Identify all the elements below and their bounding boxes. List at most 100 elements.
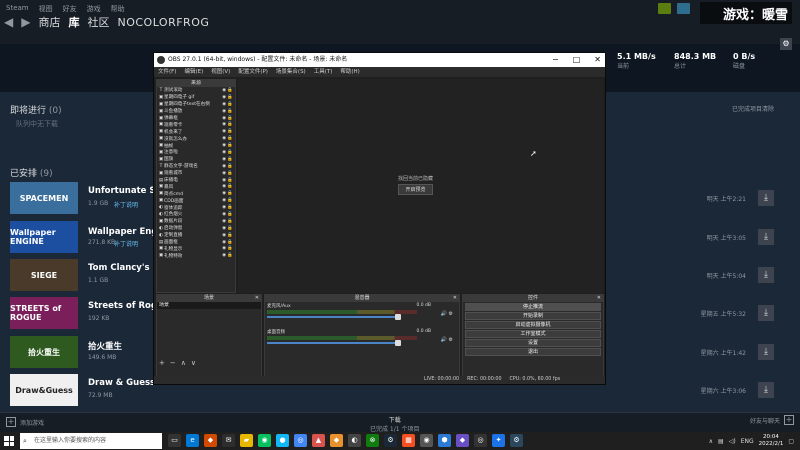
app-icon[interactable]: ▲ [312, 434, 325, 447]
steam-menu-item[interactable]: 帮助 [111, 4, 125, 14]
eye-icon[interactable]: ◉ [222, 95, 226, 100]
eye-icon[interactable]: ◉ [222, 143, 226, 148]
source-item[interactable]: ▣ 星期四电子 gif ◉ 🔒 [157, 94, 235, 101]
chrome-icon[interactable]: ◎ [294, 434, 307, 447]
xbox-icon[interactable]: ⊗ [366, 434, 379, 447]
stop-streaming-button[interactable]: 停止推流 [465, 303, 601, 311]
steam-menu-item[interactable]: Steam [6, 4, 29, 14]
minimize-icon[interactable]: − [552, 53, 559, 67]
steam-taskbar-icon[interactable]: ⚙ [384, 434, 397, 447]
notification-icon[interactable] [658, 3, 671, 14]
office-icon[interactable]: ◆ [204, 434, 217, 447]
lock-icon[interactable]: 🔒 [227, 95, 233, 100]
source-item[interactable]: ◐ 启动弹窗 ◉ 🔒 [157, 225, 235, 232]
maximize-icon[interactable]: □ [573, 53, 581, 67]
source-item[interactable]: T 静态文字-游戏名 ◉ 🔒 [157, 163, 235, 170]
download-status[interactable]: 下载 已完成 1/1 个项目 [370, 415, 419, 433]
download-icon[interactable]: ⤓ [758, 344, 774, 360]
obs-menu-view[interactable]: 视图(V) [211, 67, 230, 77]
lock-icon[interactable]: 🔒 [227, 116, 233, 121]
source-item[interactable]: ▣ 抽帧 ◉ 🔒 [157, 142, 235, 149]
remove-scene-icon[interactable]: − [170, 359, 176, 367]
source-item[interactable]: ▣ 简点cmd ◉ 🔒 [157, 190, 235, 197]
eye-icon[interactable]: ◉ [222, 122, 226, 127]
speaker-gear-icon[interactable]: 🔊 ⚙ [441, 337, 453, 343]
source-item[interactable]: ▣ 观看城市 ◉ 🔒 [157, 170, 235, 177]
download-icon[interactable]: ⤓ [758, 267, 774, 283]
obs-taskbar-icon[interactable]: ◐ [348, 434, 361, 447]
start-virtual-camera-button[interactable]: 启动虚拟摄像机 [465, 321, 601, 329]
eye-icon[interactable]: ◉ [222, 88, 226, 93]
download-icon[interactable]: ⤓ [758, 305, 774, 321]
steam-menu-item[interactable]: 好友 [63, 4, 77, 14]
eye-icon[interactable]: ◉ [222, 116, 226, 121]
lock-icon[interactable]: 🔒 [227, 246, 233, 251]
eye-icon[interactable]: ◉ [222, 226, 226, 231]
lock-icon[interactable]: 🔒 [227, 178, 233, 183]
source-item[interactable]: ▤ 画面框 ◉ 🔒 [157, 239, 235, 246]
source-item[interactable]: ▣ 注意啦 ◉ 🔒 [157, 149, 235, 156]
scene-up-icon[interactable]: ∧ [181, 359, 186, 367]
source-item[interactable]: ▣ CDD画面 ◉ 🔒 [157, 197, 235, 204]
scene-item[interactable]: 场景 [157, 302, 261, 309]
clear-completed-button[interactable]: 已完成项目清除 [732, 104, 774, 113]
eye-icon[interactable]: ◉ [222, 219, 226, 224]
app-icon[interactable]: ▦ [402, 434, 415, 447]
lock-icon[interactable]: 🔒 [227, 205, 233, 210]
download-icon[interactable]: ⤓ [758, 229, 774, 245]
obs-menu-help[interactable]: 帮助(H) [340, 67, 359, 77]
start-recording-button[interactable]: 开始录制 [465, 312, 601, 320]
lock-icon[interactable]: 🔒 [227, 171, 233, 176]
network-icon[interactable]: ▤ [718, 438, 724, 445]
source-item[interactable]: ▤ 床播电 ◉ 🔒 [157, 177, 235, 184]
add-game-button[interactable]: + 添加游戏 [6, 417, 44, 427]
source-item[interactable]: ▣ 暴风 ◉ 🔒 [157, 183, 235, 190]
speaker-gear-icon[interactable]: 🔊 ⚙ [441, 311, 453, 317]
forward-arrow-icon[interactable]: ▶ [21, 15, 30, 29]
obs-menu-file[interactable]: 文件(F) [158, 67, 176, 77]
slider-knob[interactable] [395, 314, 401, 320]
obs-menu-scene-collection[interactable]: 场景集合(S) [276, 67, 306, 77]
steam-menu-item[interactable]: 游戏 [87, 4, 101, 14]
lock-icon[interactable]: 🔒 [227, 136, 233, 141]
lock-icon[interactable]: 🔒 [227, 143, 233, 148]
obs-menu-tools[interactable]: 工具(T) [314, 67, 333, 77]
lock-icon[interactable]: 🔒 [227, 226, 233, 231]
game-thumbnail[interactable]: Wallpaper ENGINE [10, 221, 78, 253]
windows-start-icon[interactable] [4, 436, 14, 446]
source-item[interactable]: ▣ 礼物特效 ◉ 🔒 [157, 252, 235, 259]
app-icon[interactable]: ◆ [456, 434, 469, 447]
lock-icon[interactable]: 🔒 [227, 184, 233, 189]
eye-icon[interactable]: ◉ [222, 205, 226, 210]
game-thumbnail[interactable]: SIEGE [10, 259, 78, 291]
nav-library[interactable]: 库 [68, 14, 79, 30]
game-name[interactable]: Draw & Guess [88, 378, 155, 388]
eye-icon[interactable]: ◉ [222, 164, 226, 169]
source-item[interactable]: ◐ 定制直播 ◉ 🔒 [157, 232, 235, 239]
steam-menu-item[interactable]: 视图 [39, 4, 53, 14]
nav-username[interactable]: NOCOLORFROG [117, 16, 209, 29]
lock-icon[interactable]: 🔒 [227, 109, 233, 114]
game-thumbnail[interactable]: 拾火重生 [10, 336, 78, 368]
eye-icon[interactable]: ◉ [222, 240, 226, 245]
lock-icon[interactable]: 🔒 [227, 240, 233, 245]
source-item[interactable]: ◐ 窗体追踪 ◉ 🔒 [157, 204, 235, 211]
patch-notes-link[interactable]: 补丁说明 [114, 239, 138, 248]
game-thumbnail[interactable]: SPACEMEN [10, 182, 78, 214]
eye-icon[interactable]: ◉ [222, 253, 226, 258]
obs-menu-edit[interactable]: 编辑(E) [184, 67, 203, 77]
nav-store[interactable]: 商店 [38, 14, 60, 30]
edge-icon[interactable]: e [186, 434, 199, 447]
scene-down-icon[interactable]: ∨ [191, 359, 196, 367]
file-explorer-icon[interactable]: ▰ [240, 434, 253, 447]
lock-icon[interactable]: 🔒 [227, 191, 233, 196]
source-item[interactable]: ▣ 国旗 ◉ 🔒 [157, 156, 235, 163]
add-scene-icon[interactable]: + [159, 359, 165, 367]
enable-preview-button[interactable]: 开启预览 [398, 184, 434, 195]
game-thumbnail[interactable]: Draw&Guess [10, 374, 78, 406]
eye-icon[interactable]: ◉ [222, 233, 226, 238]
app-icon[interactable]: ◆ [330, 434, 343, 447]
source-item[interactable]: T 测试滚动 ◉ 🔒 [157, 87, 235, 94]
steam-taskbar-icon[interactable]: ⚙ [510, 434, 523, 447]
wechat-icon[interactable]: ◉ [258, 434, 271, 447]
